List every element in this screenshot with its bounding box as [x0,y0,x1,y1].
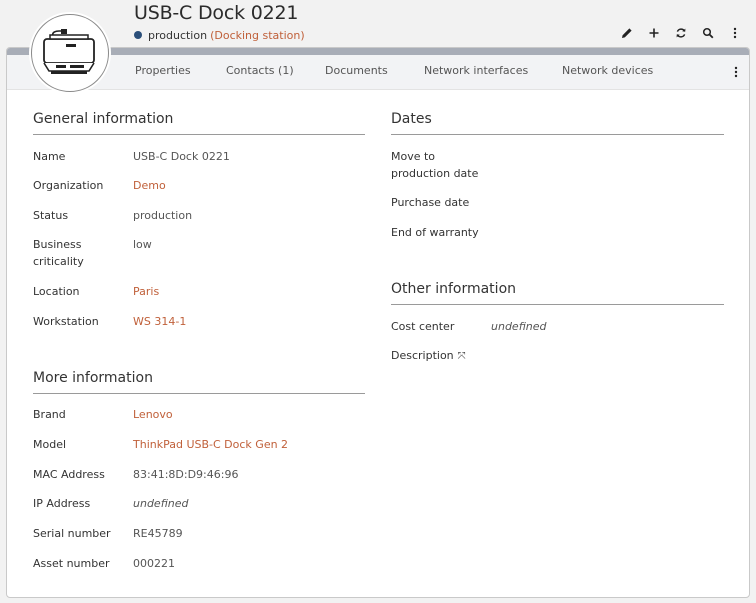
general-information-title: General information [33,111,174,127]
status-indicator [134,31,142,39]
section-divider [33,393,365,394]
status-label: production [148,29,208,42]
tab-network-devices[interactable]: Network devices [562,64,653,77]
move-to-production-date-label: Move to production date [391,150,479,180]
purchase-date-label: Purchase date [391,196,470,209]
location-link[interactable]: Paris [133,283,159,300]
ip-address-label: IP Address [33,497,91,510]
more-information-title: More information [33,370,153,386]
brand-link[interactable]: Lenovo [133,406,173,423]
docking-station-icon [43,29,95,74]
section-divider [33,134,365,135]
tab-documents[interactable]: Documents [325,64,388,77]
tab-network-interfaces[interactable]: Network interfaces [424,64,528,77]
more-vertical-icon [733,27,736,39]
page-title: USB-C Dock 0221 [134,2,299,24]
page-header: USB-C Dock 0221 production (Docking stati… [0,0,756,48]
search-button[interactable] [694,24,721,42]
tab-contacts[interactable]: Contacts (1) [226,64,294,77]
page-subtitle: production (Docking station) [134,29,305,42]
status-label: Status [33,209,69,222]
cost-center-label: Cost center [391,320,455,333]
object-avatar [31,14,109,92]
mac-address-value: 83:41:8D:D9:46:96 [133,468,239,481]
organization-label: Organization [33,179,104,192]
model-label: Model [33,438,67,451]
serial-number-label: Serial number [33,527,111,540]
pencil-icon [621,28,632,38]
tabs-more-button[interactable] [727,62,745,82]
name-label: Name [33,150,66,163]
tab-properties[interactable]: Properties [135,64,191,77]
more-actions-button[interactable] [721,24,748,42]
toolbar [613,24,748,42]
more-vertical-icon [734,66,738,78]
object-card: Properties Contacts (1) Documents Networ… [6,47,750,598]
refresh-icon [676,28,685,38]
status-value: production [133,209,193,222]
description-label: Description [391,349,454,362]
business-criticality-label: Business criticality [33,238,84,268]
tab-bar: Properties Contacts (1) Documents Networ… [7,55,749,90]
model-link[interactable]: ThinkPad USB-C Dock Gen 2 [133,436,288,453]
refresh-button[interactable] [667,24,694,42]
workstation-link[interactable]: WS 314-1 [133,313,186,330]
dates-title: Dates [391,111,432,127]
ip-address-value: undefined [133,497,189,510]
other-information-title: Other information [391,281,517,297]
organization-link[interactable]: Demo [133,177,166,194]
workstation-label: Workstation [33,315,99,328]
description-row: Description ⤧ [391,347,466,365]
plus-icon [649,28,658,38]
search-icon [702,27,713,39]
brand-label: Brand [33,408,66,421]
asset-number-value: 000221 [133,557,175,570]
card-top-bar [7,48,749,55]
mac-address-label: MAC Address [33,468,105,481]
serial-number-value: RE45789 [133,527,183,540]
new-button[interactable] [640,24,667,42]
expand-icon[interactable]: ⤧ [458,348,466,365]
section-divider [391,134,724,135]
class-link[interactable]: (Docking station) [210,29,305,42]
name-value: USB-C Dock 0221 [133,150,230,163]
edit-button[interactable] [613,24,640,42]
section-divider [391,304,724,305]
end-of-warranty-label: End of warranty [391,226,479,239]
asset-number-label: Asset number [33,557,110,570]
location-label: Location [33,285,80,298]
business-criticality-value: low [133,238,152,251]
cost-center-value: undefined [491,320,547,333]
